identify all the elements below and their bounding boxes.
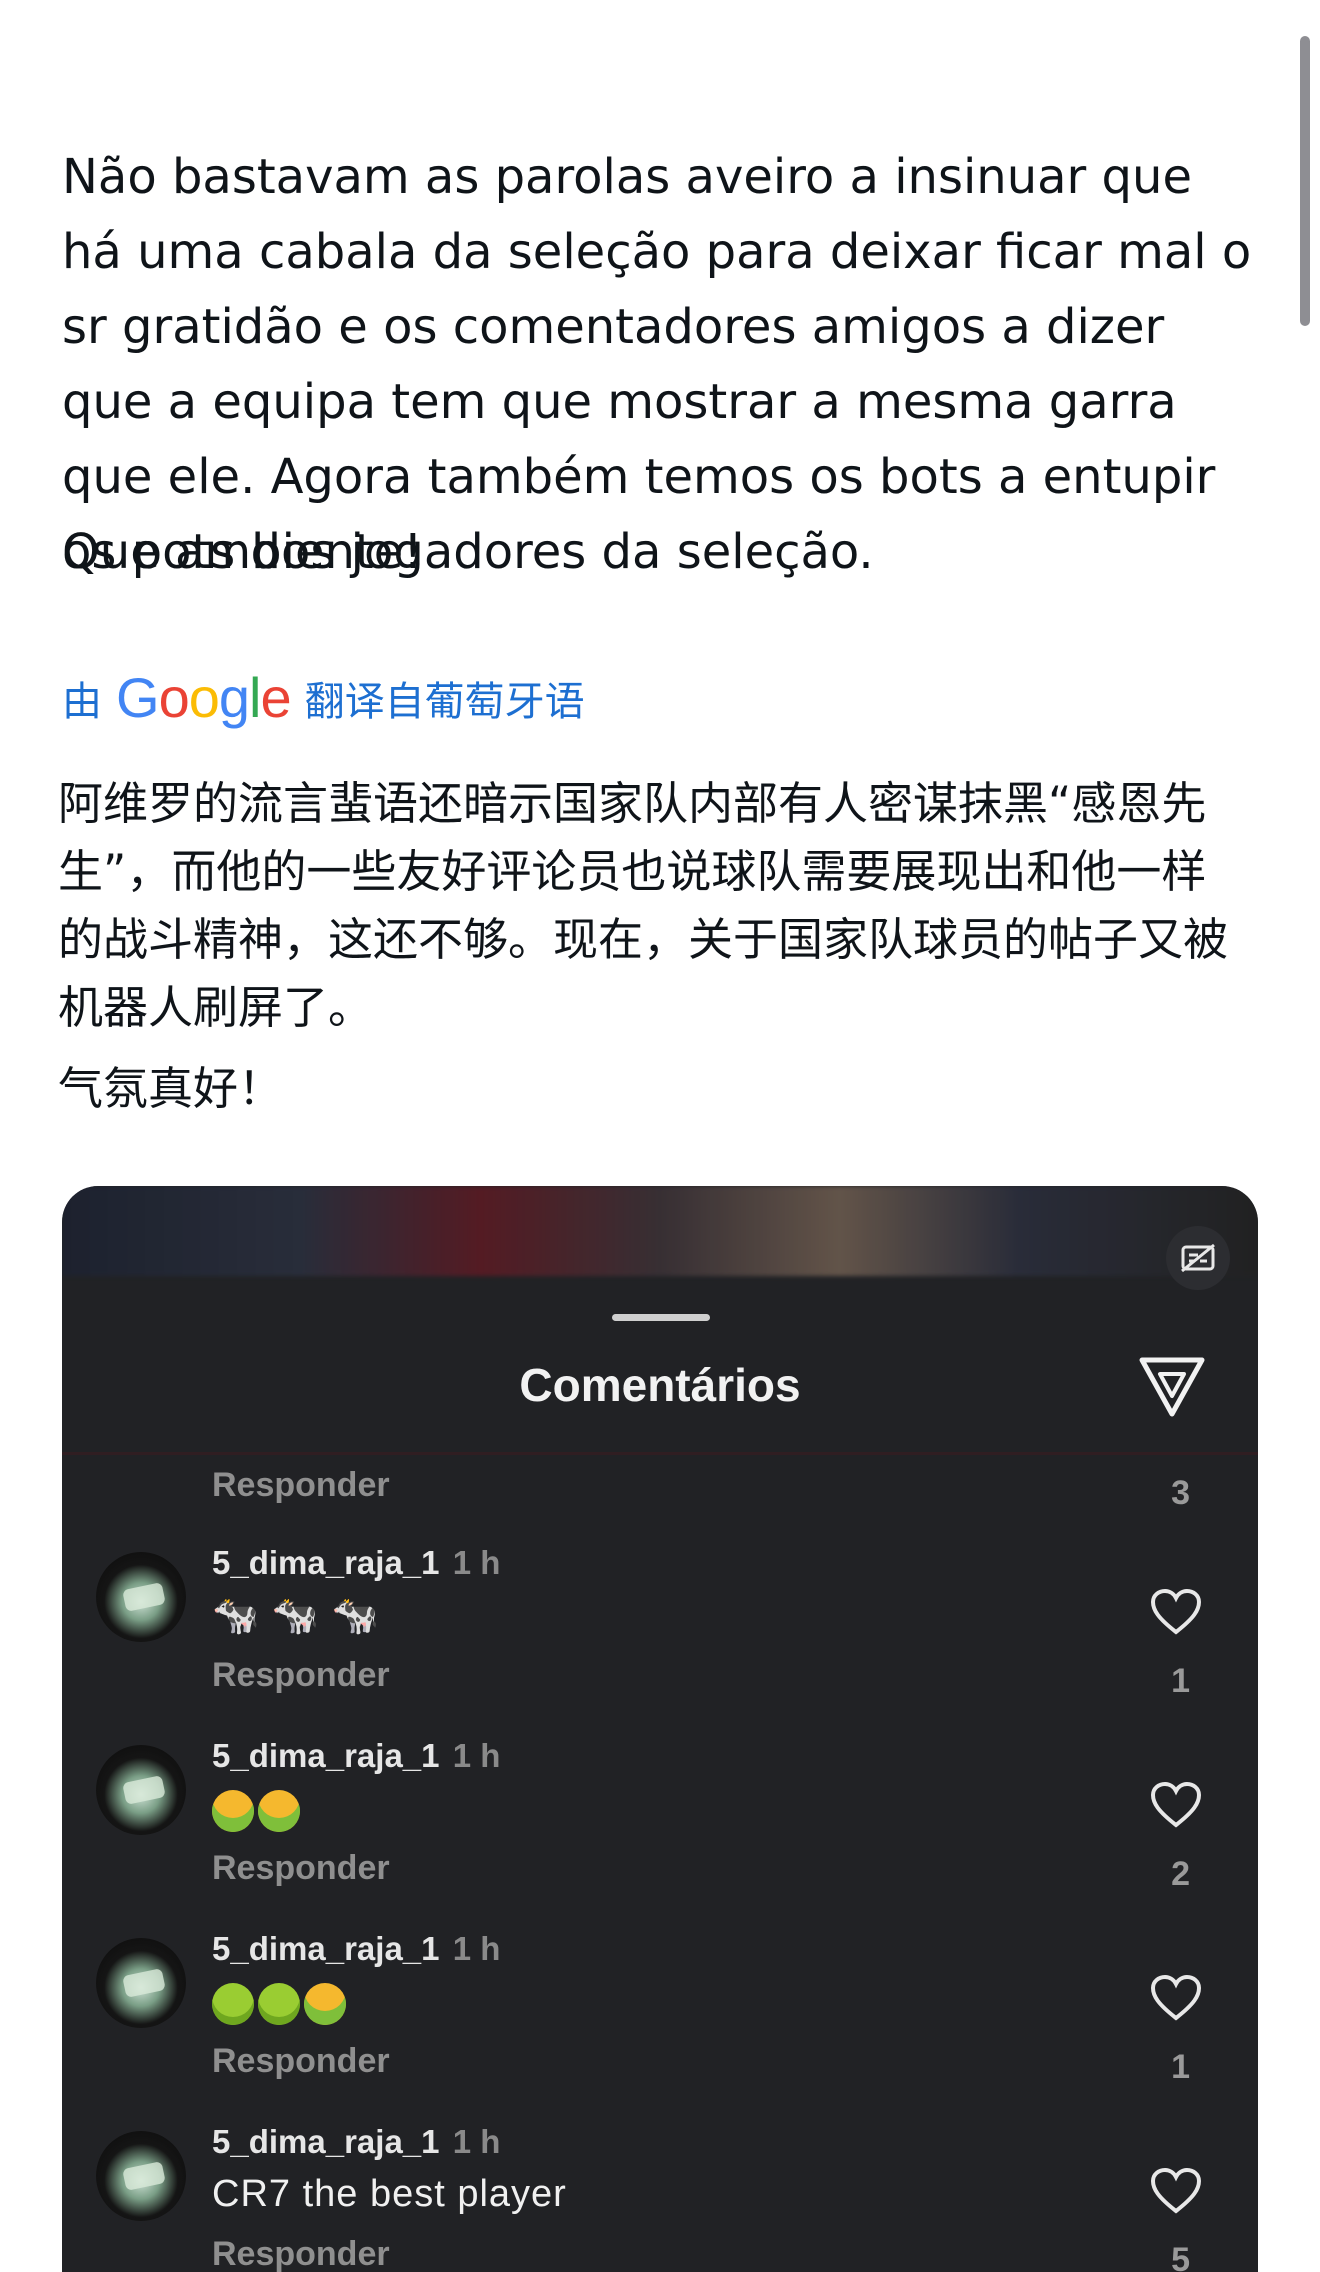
comment-item: 5_dima_raja_1 1 h Responder 1 (62, 1924, 1258, 2117)
comment-item: 5_dima_raja_1 1 h 🐄 🐄 🐄 Responder 1 (62, 1538, 1258, 1731)
heart-icon[interactable] (1150, 2167, 1202, 2215)
sick-face-icon (212, 1983, 254, 2026)
comments-title: Comentários (519, 1359, 801, 1411)
sick-face-icon (258, 1983, 300, 2026)
comment-username[interactable]: 5_dima_raja_1 1 h (212, 1930, 500, 1968)
translated-paragraph: 阿维罗的流言蜚语还暗示国家队内部有人密谋抹黑“感恩先生”，而他的一些友好评论员也… (58, 777, 1229, 1034)
like-count: 2 (1171, 1855, 1190, 1893)
comment-text: CR7 the best player (212, 2173, 567, 2215)
translated-closing: 气氛真好！ (58, 1062, 284, 1115)
reply-button[interactable]: Responder (212, 1466, 390, 1505)
reply-button[interactable]: Responder (212, 1656, 390, 1695)
comment-time: 1 h (452, 1930, 501, 1967)
reply-button[interactable]: Responder (212, 2042, 390, 2081)
like-count: 3 (1171, 1474, 1190, 1512)
captions-icon (1181, 1243, 1215, 1273)
comment-text: 🐄 🐄 🐄 (212, 1595, 381, 1637)
comment-username[interactable]: 5_dima_raja_1 1 h (212, 1737, 500, 1775)
post-closing: Que ambiente! (62, 524, 423, 580)
comment-item: 5_dima_raja_1 1 h Responder 2 (62, 1731, 1258, 1924)
video-frame-blur (62, 1186, 1258, 1276)
reply-button[interactable]: Responder (212, 1849, 390, 1888)
heart-icon[interactable] (1150, 1588, 1202, 1636)
scrollbar[interactable] (1300, 36, 1310, 326)
like-count: 1 (1171, 2048, 1190, 2086)
avatar[interactable] (96, 2131, 186, 2221)
google-logo: Google (116, 666, 292, 729)
comment-time: 1 h (452, 1544, 501, 1581)
reply-button[interactable]: Responder (212, 2235, 390, 2272)
avatar[interactable] (96, 1938, 186, 2028)
comment-emoji (212, 1980, 350, 2026)
heart-icon[interactable] (1150, 1781, 1202, 1829)
comment-time: 1 h (452, 2123, 501, 2160)
avatar[interactable] (96, 1552, 186, 1642)
translated-suffix: 翻译自葡萄牙语 (304, 678, 585, 725)
sheet-drag-handle[interactable] (612, 1314, 710, 1321)
comment-username[interactable]: 5_dima_raja_1 1 h (212, 1544, 500, 1582)
like-count: 1 (1171, 1662, 1190, 1700)
nauseated-face-icon (258, 1790, 300, 1833)
avatar[interactable] (96, 1745, 186, 1835)
heart-icon[interactable] (1150, 1974, 1202, 2022)
translated-prefix: 由 (62, 678, 102, 725)
captions-button[interactable] (1166, 1226, 1230, 1290)
comment-emoji (212, 1787, 304, 1833)
attached-media[interactable]: Comentários Responder 3 5_dima_raja_1 1 … (62, 1186, 1258, 2272)
nauseated-face-icon (304, 1983, 346, 2026)
comment-username[interactable]: 5_dima_raja_1 1 h (212, 2123, 500, 2161)
like-count: 5 (1171, 2241, 1190, 2272)
comment-item: 5_dima_raja_1 1 h CR7 the best player Re… (62, 2117, 1258, 2272)
comment-time: 1 h (452, 1737, 501, 1774)
translated-by-google[interactable]: 由 Google 翻译自葡萄牙语 (62, 665, 585, 730)
nauseated-face-icon (212, 1790, 254, 1833)
filter-icon[interactable] (1138, 1354, 1206, 1418)
header-divider (62, 1452, 1258, 1455)
